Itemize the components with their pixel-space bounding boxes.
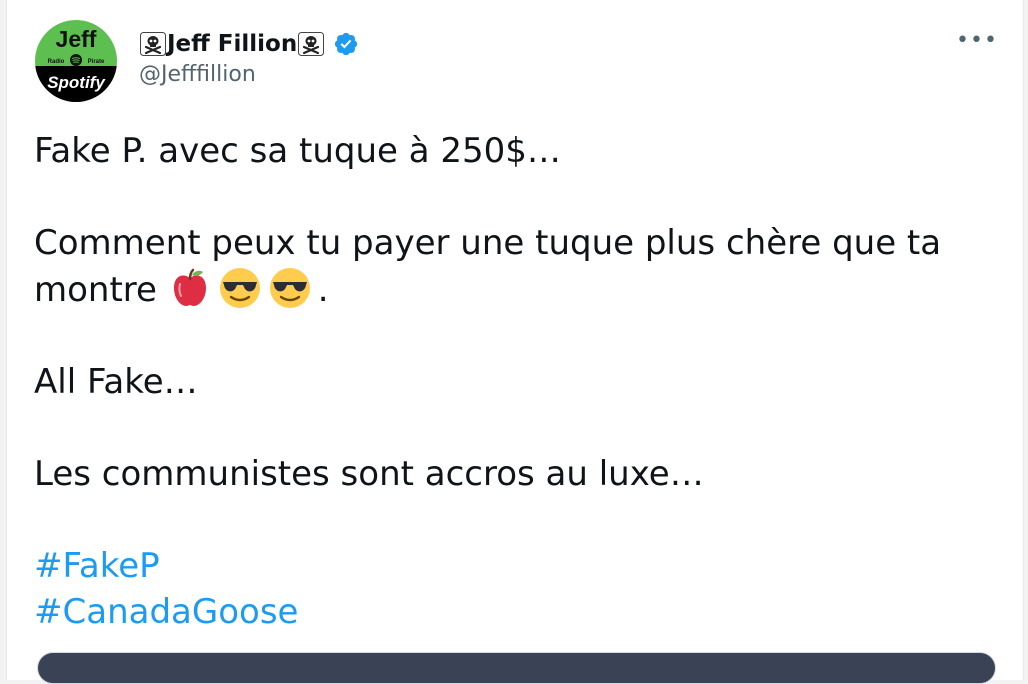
media-preview[interactable] [37,652,996,684]
avatar-image: Jeff Radio Pirate Spotify [35,20,117,102]
avatar-subtitle-right: Pirate [88,59,105,65]
red-apple-icon [173,268,206,306]
sunglasses-face-icon [219,268,260,308]
hashtag-link-canadagoose[interactable]: #CanadaGoose [34,589,1009,635]
more-options-icon: ••• [956,27,998,53]
more-options-button[interactable]: ••• [956,27,998,53]
avatar-subtitle-left: Radio [48,59,65,65]
sunglasses-face-icon [269,268,310,308]
skull-and-crossbones-icon [140,32,166,56]
author-display-name[interactable]: Jeff Fillion [167,31,297,57]
tweet-text: Fake P. avec sa tuque à 250$… Comment pe… [34,128,1009,635]
tweet-card[interactable]: Jeff Radio Pirate Spotify Jeff Fillion @… [6,0,1024,684]
author-name-row[interactable]: Jeff Fillion [139,28,359,60]
avatar[interactable]: Jeff Radio Pirate Spotify [35,20,117,102]
avatar-title: Jeff [56,26,97,52]
hashtag-link-fakep[interactable]: #FakeP [34,543,1009,589]
skull-and-crossbones-icon [298,32,325,56]
author-handle[interactable]: @Jefffillion [139,62,256,87]
tweet-text-line: Comment peux tu payer une tuque plus chè… [34,220,1009,313]
tweet-text-line: All Fake… [34,362,198,402]
tweet-text-span: . [317,270,329,310]
tweet-text-line: Les communistes sont accros au luxe… [34,454,704,494]
avatar-brand: Spotify [47,73,106,92]
verified-badge-icon[interactable] [333,31,359,57]
tweet-text-line: Fake P. avec sa tuque à 250$… [34,131,561,171]
